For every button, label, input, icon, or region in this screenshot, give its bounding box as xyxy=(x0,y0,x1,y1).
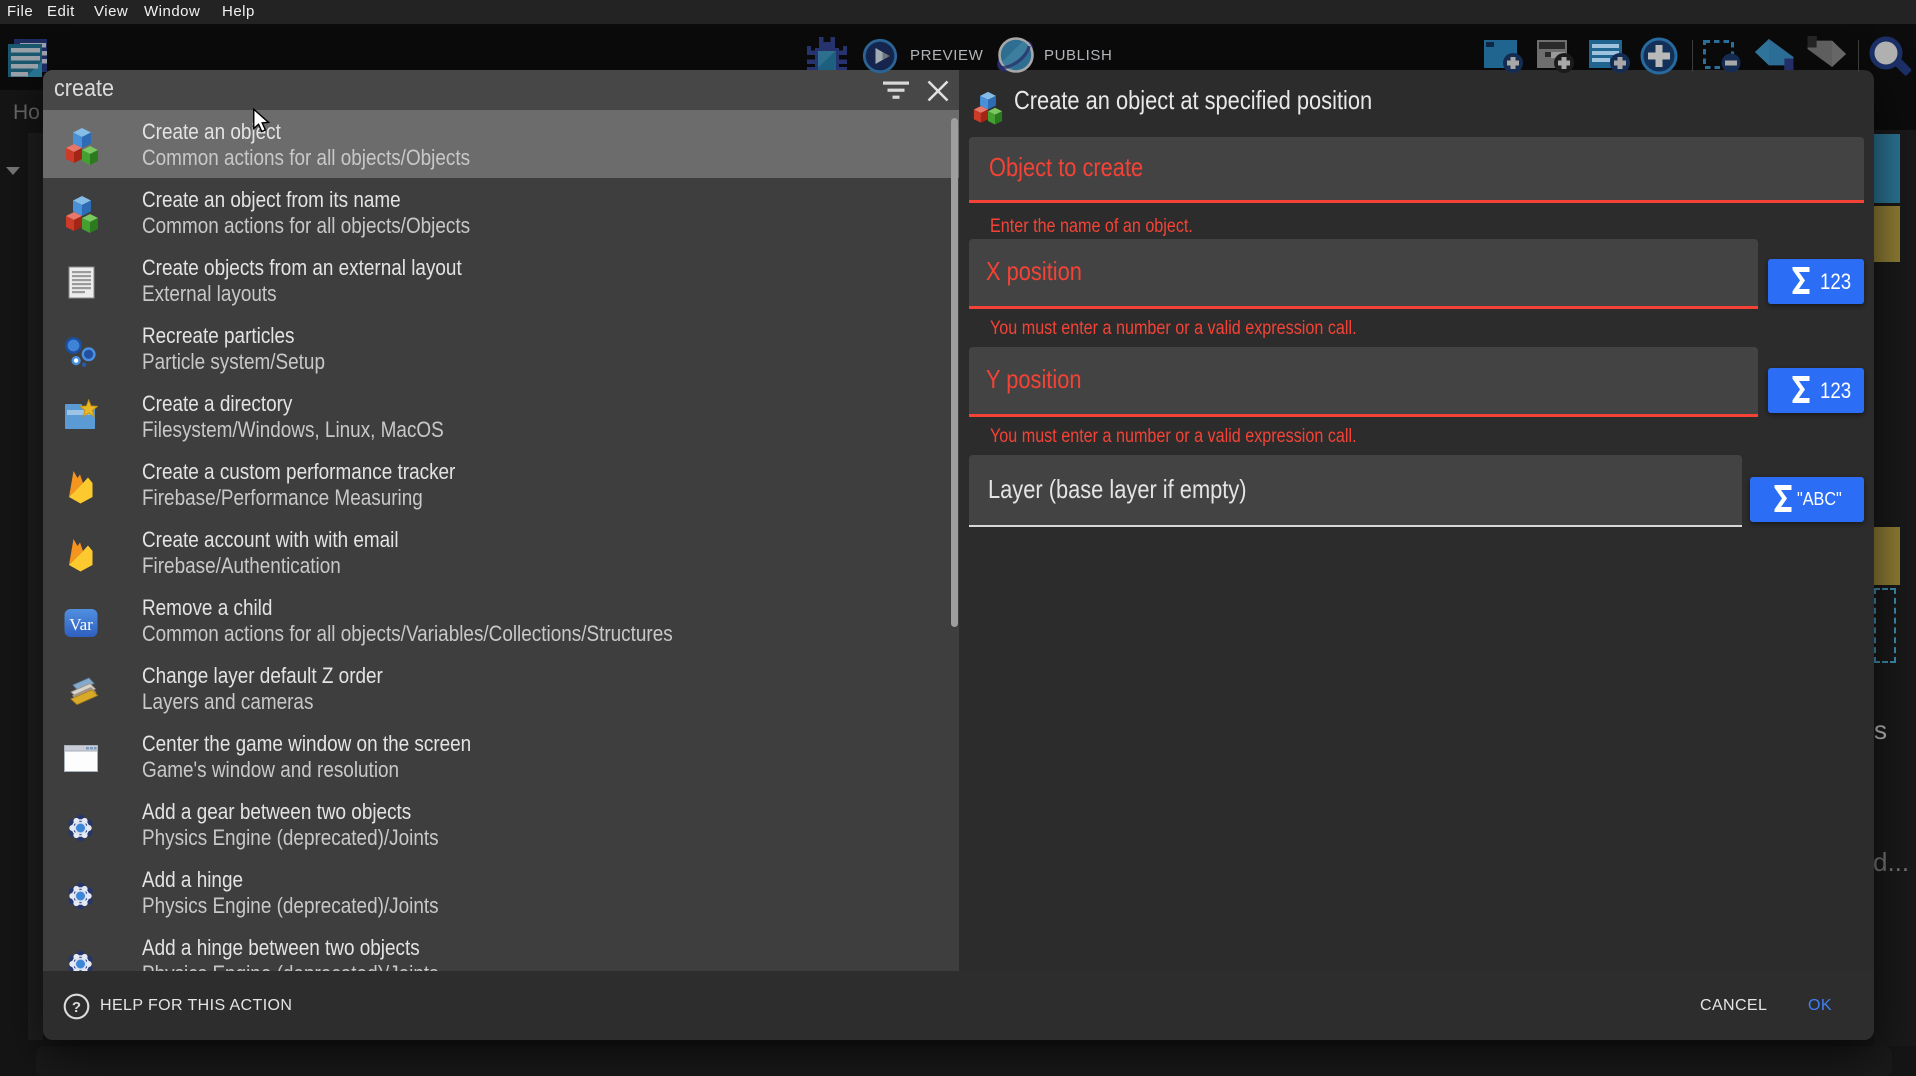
svg-text:Var: Var xyxy=(69,615,93,634)
svg-text:?: ? xyxy=(72,999,81,1016)
